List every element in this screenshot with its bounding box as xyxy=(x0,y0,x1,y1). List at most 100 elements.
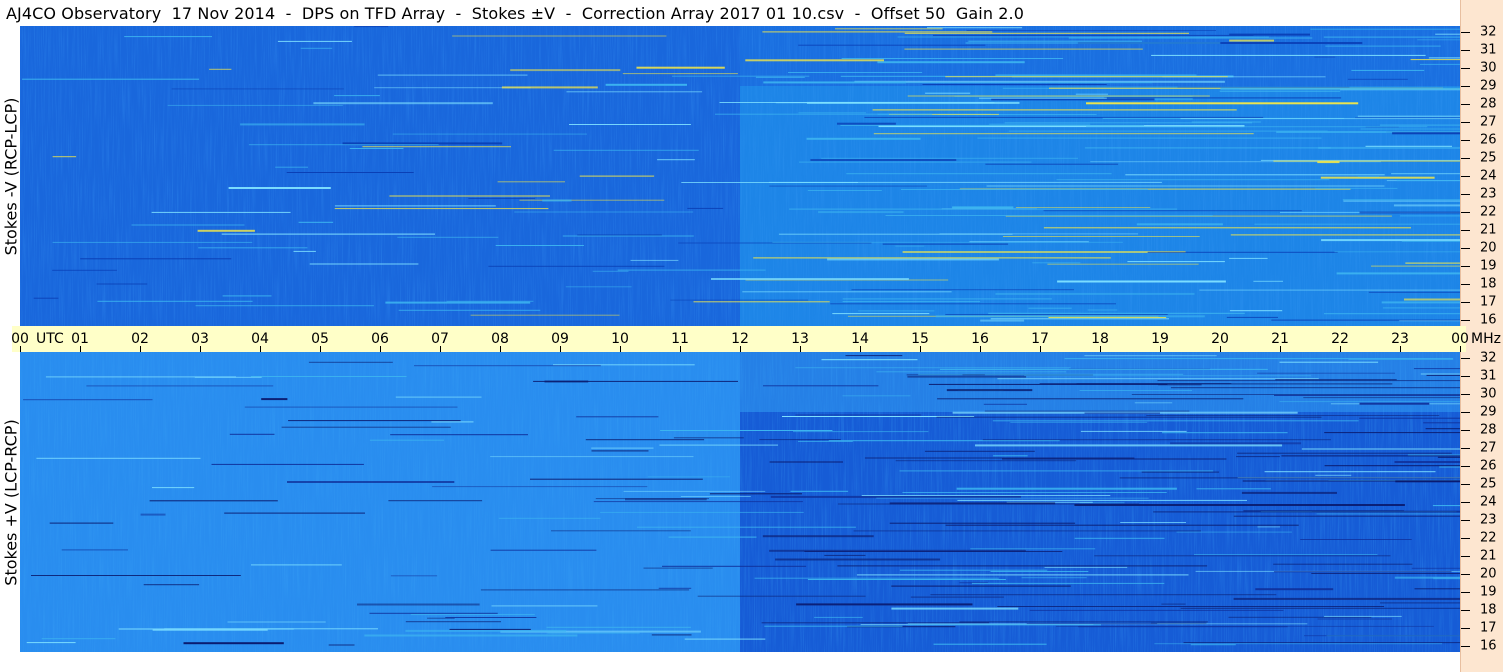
interference-streak xyxy=(533,380,738,382)
interference-streak xyxy=(946,389,1033,392)
interference-streak xyxy=(795,367,1071,369)
interference-streak xyxy=(369,439,444,441)
mhz-tick-label: 19 xyxy=(1480,584,1497,600)
interference-streak xyxy=(1015,207,1151,208)
interference-streak xyxy=(907,95,1210,97)
interference-streak xyxy=(1157,380,1460,382)
interference-streak xyxy=(891,585,1071,587)
interference-streak xyxy=(804,551,1063,552)
mhz-tick-mark xyxy=(1461,448,1470,449)
interference-streak xyxy=(1064,358,1454,360)
interference-streak xyxy=(1274,394,1460,396)
interference-streak xyxy=(1279,401,1460,403)
interference-streak xyxy=(514,211,694,213)
interference-streak xyxy=(224,512,365,514)
mhz-tick-mark xyxy=(1461,302,1470,303)
interference-streak xyxy=(1314,56,1336,58)
interference-streak xyxy=(1056,179,1330,181)
interference-streak xyxy=(605,83,687,86)
interference-streak xyxy=(80,258,232,260)
utc-tick-label: 14 xyxy=(851,331,869,347)
interference-streak xyxy=(1190,644,1236,646)
interference-streak xyxy=(97,300,253,302)
interference-streak xyxy=(936,416,1322,418)
mhz-tick-label: 26 xyxy=(1480,458,1497,474)
interference-streak xyxy=(1153,511,1460,513)
interference-streak xyxy=(1233,597,1460,600)
interference-streak xyxy=(687,207,724,209)
interference-streak xyxy=(1324,432,1460,434)
interference-streak xyxy=(52,241,253,243)
interference-streak xyxy=(895,460,1077,462)
interference-streak xyxy=(1343,200,1460,202)
interference-streak xyxy=(1043,227,1411,229)
interference-streak xyxy=(658,587,692,589)
interference-streak xyxy=(1147,251,1338,253)
interference-streak xyxy=(984,410,1190,412)
interference-streak xyxy=(697,595,866,597)
interference-streak xyxy=(673,437,744,439)
utc-tick-mark xyxy=(920,346,921,352)
interference-streak xyxy=(1084,412,1160,414)
interference-streak xyxy=(956,487,1177,490)
interference-streak xyxy=(1180,118,1460,120)
interference-streak xyxy=(1379,124,1460,126)
interference-streak xyxy=(842,301,981,303)
utc-tick-label: 03 xyxy=(191,331,209,347)
interference-streak xyxy=(659,444,778,446)
interference-streak xyxy=(1381,301,1460,304)
mhz-tick-mark xyxy=(1461,430,1470,431)
mhz-tick-label: 25 xyxy=(1480,150,1497,166)
interference-streak xyxy=(397,236,499,238)
mhz-tick-mark xyxy=(1461,266,1470,267)
interference-streak xyxy=(281,426,451,428)
utc-tick-label: 16 xyxy=(971,331,989,347)
utc-tick-mark xyxy=(1160,346,1161,352)
bottom-spectrogram xyxy=(20,352,1460,652)
interference-streak xyxy=(275,166,308,168)
interference-streak xyxy=(904,32,1189,34)
interference-streak xyxy=(410,614,535,616)
interference-streak xyxy=(1275,379,1397,381)
interference-streak xyxy=(562,235,694,237)
interference-streak xyxy=(980,319,1025,322)
mhz-tick-label: 16 xyxy=(1480,312,1497,328)
interference-streak xyxy=(1026,623,1158,625)
interference-streak xyxy=(1002,458,1227,460)
interference-streak xyxy=(858,310,935,312)
interference-streak xyxy=(845,355,903,357)
utc-tick-mark xyxy=(1340,346,1341,352)
interference-streak xyxy=(1274,571,1452,573)
interference-streak xyxy=(1273,563,1413,565)
interference-streak xyxy=(1170,387,1460,389)
utc-tick-label: 02 xyxy=(131,331,149,347)
utc-tick-mark xyxy=(20,346,21,352)
mhz-tick-label: 22 xyxy=(1480,530,1497,546)
interference-streak xyxy=(490,549,597,551)
interference-streak xyxy=(577,234,662,236)
mhz-tick-mark xyxy=(1461,592,1470,593)
interference-streak xyxy=(762,535,874,538)
interference-streak xyxy=(1074,537,1165,539)
interference-streak xyxy=(565,286,632,288)
interference-streak xyxy=(1393,204,1460,207)
interference-streak xyxy=(1303,397,1460,399)
mhz-tick-label: 30 xyxy=(1480,60,1497,76)
interference-streak xyxy=(965,42,1221,44)
interference-streak xyxy=(1170,442,1302,445)
interference-streak xyxy=(922,84,1107,85)
interference-streak xyxy=(1146,415,1440,416)
interference-streak xyxy=(1220,87,1460,90)
interference-streak xyxy=(842,395,911,397)
interference-streak xyxy=(1024,375,1311,377)
interference-streak xyxy=(889,522,1076,524)
interference-streak xyxy=(1021,577,1087,579)
interference-streak xyxy=(26,642,76,644)
utc-tick-mark xyxy=(140,346,141,352)
interference-streak xyxy=(789,208,1178,210)
interference-streak xyxy=(662,565,807,567)
interference-streak xyxy=(1401,240,1460,242)
utc-tick-label: 21 xyxy=(1271,331,1289,347)
mhz-tick-mark xyxy=(1461,122,1470,123)
utc-tick-label: 09 xyxy=(551,331,569,347)
